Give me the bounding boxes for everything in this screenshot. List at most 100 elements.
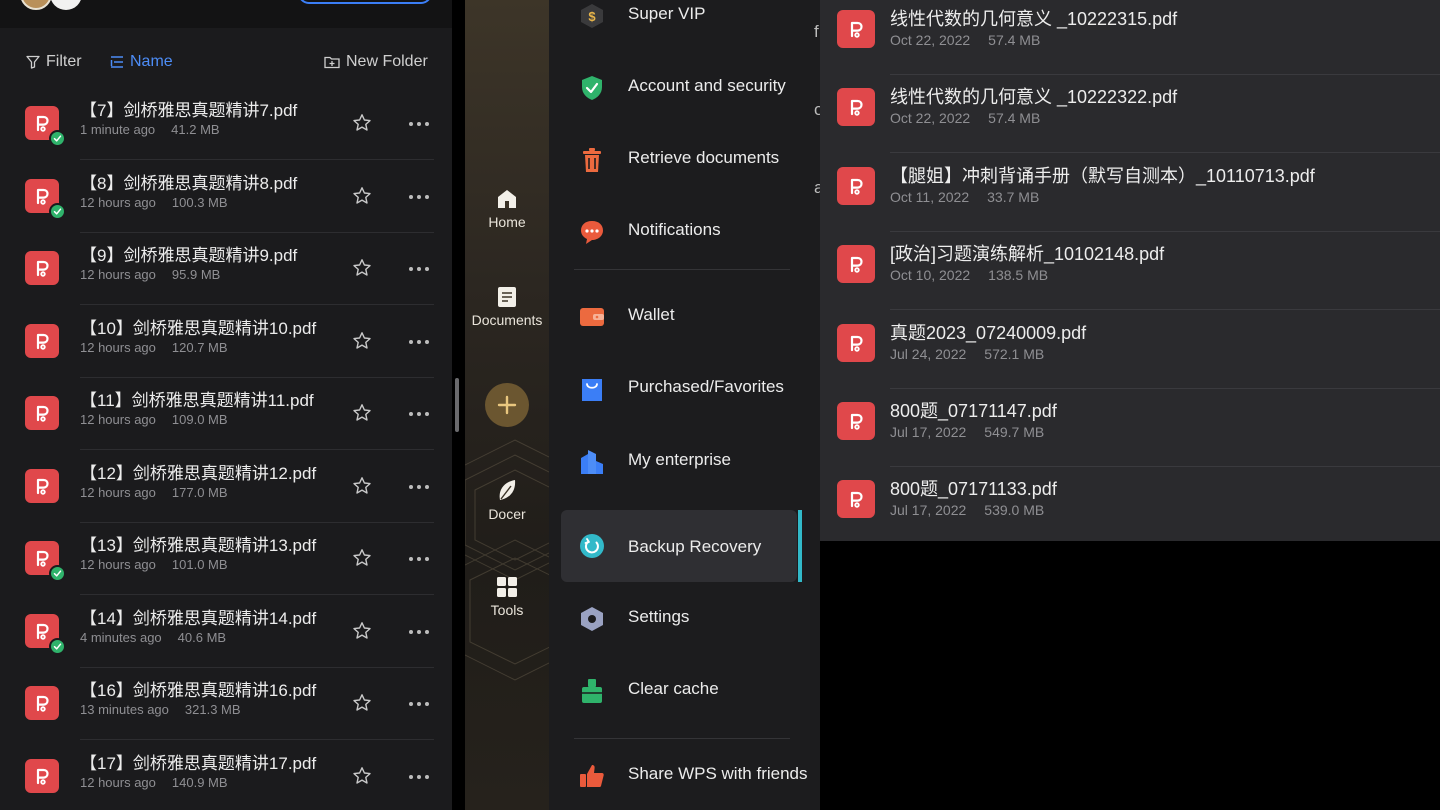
file-row[interactable]: 【17】剑桥雅思真题精讲17.pdf 12 hours ago 140.9 MB — [0, 741, 452, 810]
file-meta: 12 hours ago 120.7 MB — [80, 340, 228, 355]
recent-file-name: [政治]习题演练解析_10102148.pdf — [890, 244, 1165, 265]
file-list-scrollbar[interactable] — [455, 378, 459, 432]
top-header-strip — [0, 0, 452, 28]
star-icon[interactable] — [352, 258, 372, 278]
recent-file-row[interactable]: 真题2023_07240009.pdf Jul 24, 2022 572.1 MB — [820, 311, 1440, 389]
star-icon[interactable] — [352, 766, 372, 786]
star-icon[interactable] — [352, 186, 372, 206]
pdf-file-icon — [25, 686, 59, 720]
header-pill-button[interactable] — [298, 0, 432, 4]
nav-rail: Home Documents Docer Tools — [465, 0, 549, 810]
pdf-file-icon — [25, 396, 59, 430]
pdf-file-icon — [25, 251, 59, 285]
menu-item-wallet[interactable]: Wallet — [549, 287, 820, 347]
star-icon[interactable] — [352, 403, 372, 423]
star-icon[interactable] — [352, 113, 372, 133]
synced-check-icon — [49, 565, 66, 582]
tools-grid-icon — [497, 577, 517, 597]
more-options-icon[interactable] — [409, 557, 429, 561]
recent-file-row[interactable]: 【腿姐】冲刺背诵手册（默写自测本）_10110713.pdf Oct 11, 20… — [820, 154, 1440, 232]
filter-button[interactable]: Filter — [26, 53, 82, 71]
file-time: 12 hours ago — [80, 412, 156, 427]
file-row[interactable]: 【10】剑桥雅思真题精讲10.pdf 12 hours ago 120.7 MB — [0, 306, 452, 378]
file-size: 101.0 MB — [171, 557, 228, 572]
file-row[interactable]: 【8】剑桥雅思真题精讲8.pdf 12 hours ago 100.3 MB — [0, 161, 452, 233]
file-row[interactable]: 【9】剑桥雅思真题精讲9.pdf 12 hours ago 95.9 MB — [0, 233, 452, 305]
more-options-icon[interactable] — [409, 412, 429, 416]
recent-file-name: 真题2023_07240009.pdf — [890, 322, 1087, 343]
sort-by-name-button[interactable]: Name — [110, 53, 173, 71]
new-folder-button[interactable]: New Folder — [324, 53, 428, 71]
more-options-icon[interactable] — [409, 484, 429, 489]
recent-file-row[interactable]: 800题_07171133.pdf Jul 17, 2022 539.0 MB — [820, 467, 1440, 541]
more-options-icon[interactable] — [409, 267, 429, 271]
menu-item-my-enterprise[interactable]: My enterprise — [549, 432, 820, 492]
rail-home[interactable]: Home — [465, 188, 549, 230]
rail-docer[interactable]: Docer — [465, 478, 549, 522]
file-time: 12 hours ago — [80, 774, 156, 790]
file-row[interactable]: 【11】剑桥雅思真题精讲11.pdf 12 hours ago 109.0 MB — [0, 378, 452, 450]
file-size: 120.7 MB — [171, 339, 228, 355]
more-options-icon[interactable] — [409, 339, 429, 344]
pdf-file-icon — [837, 10, 875, 48]
secondary-avatar[interactable] — [50, 0, 82, 10]
menu-item-settings[interactable]: Settings — [549, 589, 820, 649]
user-avatar[interactable] — [20, 0, 52, 10]
file-name: 【7】剑桥雅思真题精讲7.pdf — [80, 101, 298, 120]
purchased-favorites-label: Purchased/Favorites — [628, 377, 784, 396]
file-row[interactable]: 【14】剑桥雅思真题精讲14.pdf 4 minutes ago 40.6 MB — [0, 596, 452, 668]
file-row[interactable]: 【12】剑桥雅思真题精讲12.pdf 12 hours ago 177.0 MB — [0, 451, 452, 523]
more-options-icon[interactable] — [409, 702, 429, 706]
rail-documents[interactable]: Documents — [465, 286, 549, 328]
star-icon[interactable] — [352, 548, 372, 568]
menu-item-backup-recovery[interactable]: Backup Recovery — [549, 510, 820, 582]
home-icon — [498, 190, 516, 208]
file-list-panel: Filter Name New Folder 【7】剑桥雅思真题精讲7.pdf 1… — [0, 0, 452, 810]
menu-item-retrieve-documents[interactable]: Retrieve documents — [549, 130, 820, 190]
star-icon[interactable] — [352, 331, 372, 351]
documents-icon — [498, 287, 516, 307]
recent-file-row[interactable]: [政治]习题演练解析_10102148.pdf Oct 10, 2022 138.5… — [820, 232, 1440, 311]
recent-file-row[interactable]: 线性代数的几何意义 _10222322.pdf Oct 22, 2022 57.4 … — [820, 75, 1440, 154]
menu-divider — [574, 269, 790, 270]
recent-file-size: 549.7 MB — [984, 424, 1045, 440]
clear-cache-label: Clear cache — [628, 679, 719, 698]
retrieve-documents-label: Retrieve documents — [628, 148, 780, 167]
star-icon[interactable] — [352, 693, 372, 713]
settings-hex-icon — [581, 607, 603, 631]
more-options-icon[interactable] — [409, 122, 429, 126]
create-new-button[interactable] — [485, 383, 529, 427]
menu-item-purchased-favorites[interactable]: Purchased/Favorites — [549, 359, 820, 419]
menu-item-super-vip[interactable]: $ Super VIP — [549, 0, 820, 46]
my-enterprise-label: My enterprise — [628, 450, 731, 469]
rail-documents-label: Documents — [471, 312, 543, 328]
more-options-icon[interactable] — [409, 194, 429, 199]
file-meta: 1 minute ago 41.2 MB — [80, 122, 220, 137]
pdf-file-icon — [25, 468, 59, 503]
file-size: 321.3 MB — [184, 702, 241, 717]
recent-file-size: 138.5 MB — [988, 267, 1049, 284]
file-meta: 12 hours ago 177.0 MB — [80, 485, 228, 500]
recent-file-row[interactable]: 800题_07171147.pdf Jul 17, 2022 549.7 MB — [820, 389, 1440, 467]
plus-icon — [497, 395, 517, 415]
more-options-icon[interactable] — [409, 629, 429, 634]
file-meta: 12 hours ago 140.9 MB — [80, 775, 228, 790]
file-row[interactable]: 【7】剑桥雅思真题精讲7.pdf 1 minute ago 41.2 MB — [0, 88, 452, 160]
pdf-file-icon — [837, 245, 875, 284]
file-time: 12 hours ago — [80, 484, 156, 500]
star-icon[interactable] — [352, 476, 372, 496]
recent-file-row[interactable]: 线性代数的几何意义 _10222315.pdf Oct 22, 2022 57.4 … — [820, 0, 1440, 75]
file-time: 12 hours ago — [80, 267, 156, 282]
file-meta: 13 minutes ago 321.3 MB — [80, 702, 241, 717]
menu-item-notifications[interactable]: Notifications — [549, 202, 820, 262]
more-options-icon[interactable] — [409, 774, 429, 779]
recent-file-name: 线性代数的几何意义 _10222322.pdf — [890, 87, 1178, 108]
recent-file-name: 线性代数的几何意义 _10222315.pdf — [890, 9, 1178, 29]
file-row[interactable]: 【16】剑桥雅思真题精讲16.pdf 13 minutes ago 321.3 MB — [0, 668, 452, 740]
star-icon[interactable] — [352, 621, 372, 641]
menu-item-clear-cache[interactable]: Clear cache — [549, 661, 820, 721]
file-row[interactable]: 【13】剑桥雅思真题精讲13.pdf 12 hours ago 101.0 MB — [0, 523, 452, 595]
menu-item-share-wps[interactable]: Share WPS with friends — [549, 746, 820, 806]
menu-item-account-security[interactable]: Account and security — [549, 58, 820, 118]
rail-tools[interactable]: Tools — [465, 576, 549, 618]
